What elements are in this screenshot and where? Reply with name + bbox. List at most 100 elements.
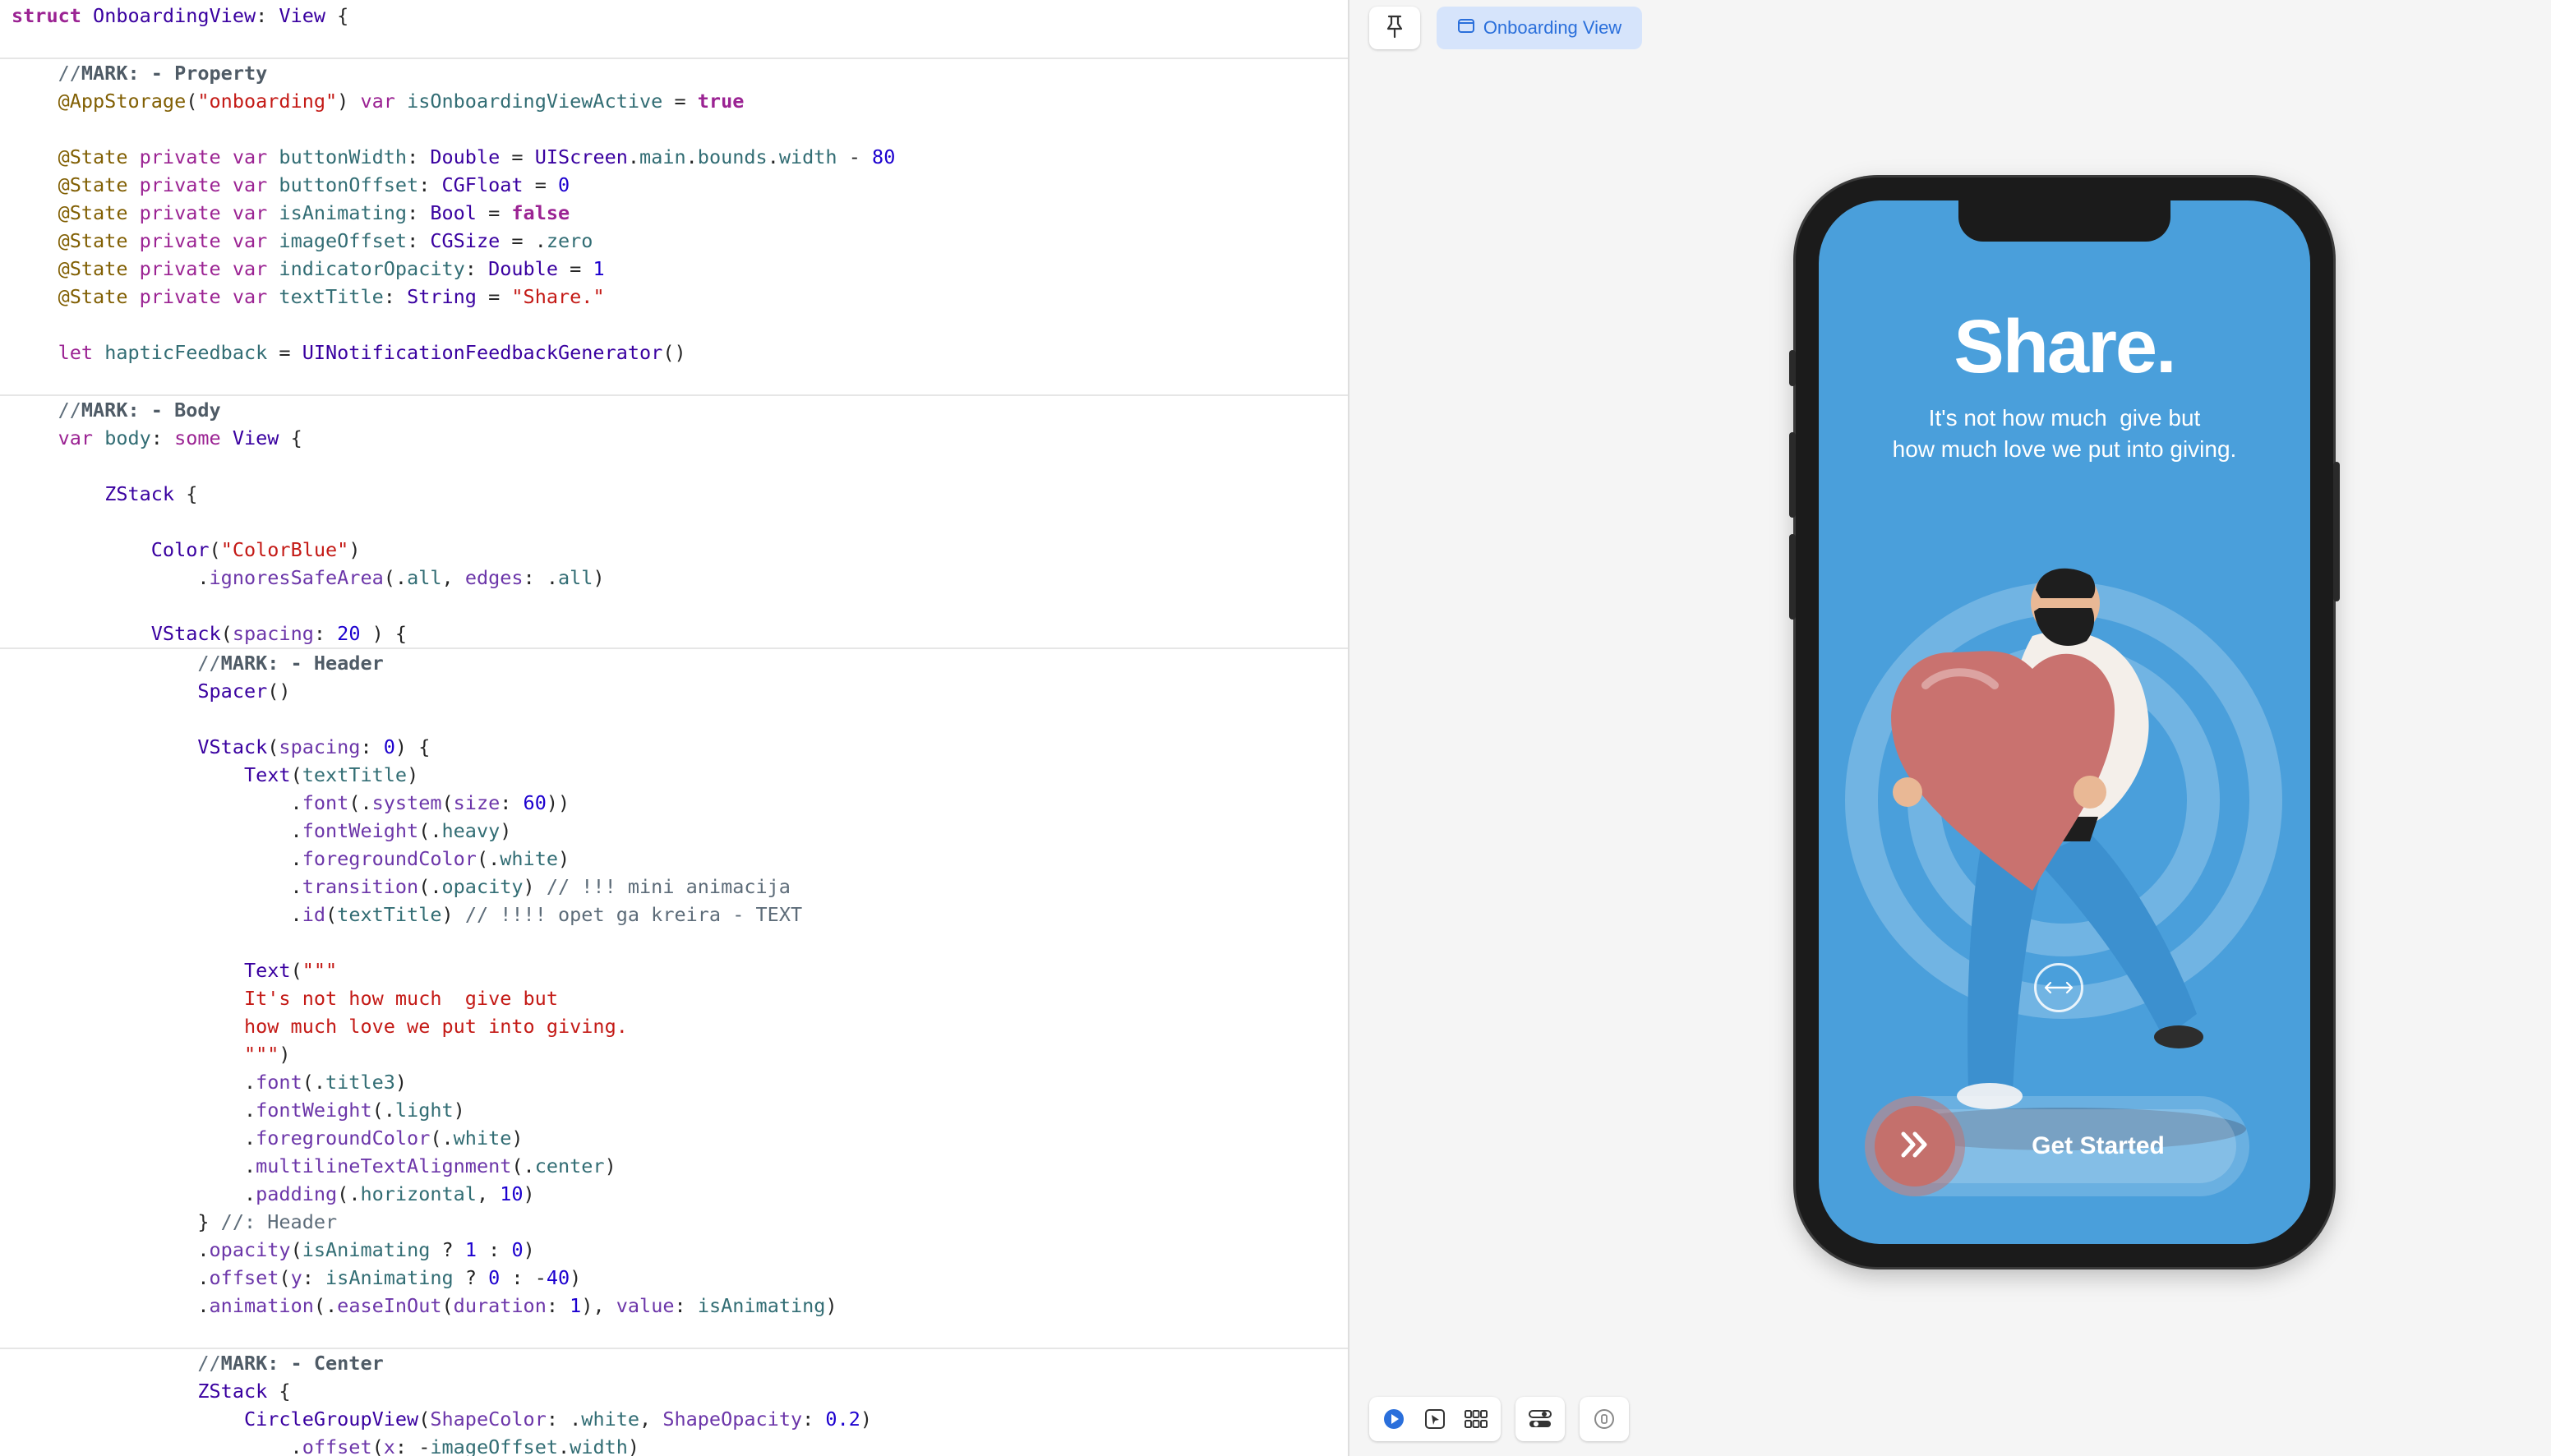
code-token: -	[837, 145, 873, 168]
code-token: all	[407, 566, 442, 589]
code-token: 1	[593, 257, 605, 280]
code-line: It's not how much give but	[12, 984, 558, 1012]
code-token: foregroundColor	[256, 1127, 431, 1150]
code-token: Spacer	[197, 680, 268, 703]
code-token: (	[290, 763, 302, 786]
code-token: imageOffset	[279, 229, 408, 252]
code-token: ),	[581, 1294, 616, 1317]
preview-toolbar	[1369, 1397, 1629, 1441]
code-token: (	[325, 903, 338, 926]
code-token: (.	[337, 1182, 361, 1205]
app-screen: Share. It's not how much give but how mu…	[1819, 200, 2310, 1244]
code-token: font	[256, 1071, 302, 1094]
code-token: )	[523, 875, 547, 898]
code-token: .	[767, 145, 779, 168]
code-token: spacing	[232, 622, 314, 645]
mute-switch	[1789, 350, 1796, 386]
code-token: ()	[662, 341, 686, 364]
code-token: fontWeight	[302, 819, 419, 842]
static-info-icon[interactable]	[1586, 1401, 1622, 1437]
code-token: )	[604, 1154, 616, 1177]
volume-down-button	[1789, 534, 1796, 620]
preview-tab-label: Onboarding View	[1483, 17, 1622, 38]
code-token: (	[441, 1294, 454, 1317]
code-token: //	[197, 1352, 221, 1375]
code-token: true	[697, 90, 745, 113]
code-token: )	[570, 1266, 582, 1289]
pin-preview-button[interactable]	[1369, 7, 1420, 49]
code-token: white	[453, 1127, 512, 1150]
code-token: UIScreen	[534, 145, 628, 168]
get-started-slider[interactable]: Get Started	[1865, 1096, 2249, 1196]
notch	[1958, 200, 2170, 242]
code-token: let	[58, 341, 105, 364]
code-line: """)	[12, 1040, 291, 1068]
code-token: =	[476, 285, 512, 308]
code-line: .multilineTextAlignment(.center)	[12, 1152, 616, 1180]
slider-knob[interactable]	[1865, 1096, 1965, 1196]
code-line: @State private var imageOffset: CGSize =…	[12, 227, 593, 255]
code-token: 0	[511, 1238, 524, 1261]
code-token: (	[290, 1238, 302, 1261]
selectable-cursor-icon[interactable]	[1417, 1401, 1453, 1437]
code-line: ZStack {	[12, 480, 197, 508]
code-token: ,	[441, 566, 465, 589]
code-token: size	[453, 791, 501, 814]
code-token: spacing	[279, 735, 361, 758]
code-token: .	[558, 1435, 570, 1456]
code-token: animation	[209, 1294, 314, 1317]
code-token: View	[279, 4, 326, 27]
variants-grid-icon[interactable]	[1458, 1401, 1494, 1437]
code-line: //MARK: - Center	[12, 1349, 383, 1377]
code-line: VStack(spacing: 0) {	[12, 733, 430, 761]
code-token: //: Header	[220, 1210, 338, 1233]
code-token: .	[627, 145, 640, 168]
code-token: :	[674, 1294, 698, 1317]
code-line: @State private var indicatorOpacity: Dou…	[12, 255, 605, 283]
code-token: :	[407, 145, 431, 168]
code-line: .padding(.horizontal, 10)	[12, 1180, 535, 1208]
slider-knob-inner	[1875, 1106, 1955, 1186]
code-token: {	[325, 4, 349, 27]
code-token: (.	[371, 1099, 395, 1122]
code-token: //	[197, 652, 221, 675]
live-play-icon[interactable]	[1376, 1401, 1412, 1437]
code-token: value	[616, 1294, 675, 1317]
app-title: Share.	[1954, 305, 2176, 389]
code-token: (.	[302, 1071, 326, 1094]
code-token: system	[371, 791, 442, 814]
code-token: false	[511, 201, 570, 224]
code-line: var body: some View {	[12, 424, 302, 452]
code-token: :	[802, 1408, 826, 1431]
code-token: private var	[139, 285, 279, 308]
code-token: .	[12, 1127, 256, 1150]
code-token: light	[394, 1099, 454, 1122]
code-token: "Share."	[511, 285, 605, 308]
center-illustration[interactable]	[1819, 447, 2310, 1186]
code-token: = .	[500, 229, 547, 252]
code-token: .	[12, 1071, 256, 1094]
code-token: // !!!! opet ga kreira - TEXT	[464, 903, 803, 926]
code-editor[interactable]: struct OnboardingView: View { //MARK: - …	[0, 0, 1348, 1456]
device-settings-icon[interactable]	[1522, 1401, 1558, 1437]
code-token: .	[12, 847, 302, 870]
preview-tab-onboarding-view[interactable]: Onboarding View	[1437, 7, 1642, 49]
code-token: isAnimating	[302, 1238, 431, 1261]
code-token: @State	[58, 145, 140, 168]
code-token: var	[360, 90, 408, 113]
code-token: (.	[313, 1294, 338, 1317]
code-line: Text(textTitle)	[12, 761, 418, 789]
drag-indicator-icon	[2034, 963, 2083, 1012]
code-token: }	[12, 1210, 221, 1233]
code-token: (	[371, 1435, 384, 1456]
code-token: ()	[267, 680, 291, 703]
info-group	[1580, 1397, 1629, 1441]
